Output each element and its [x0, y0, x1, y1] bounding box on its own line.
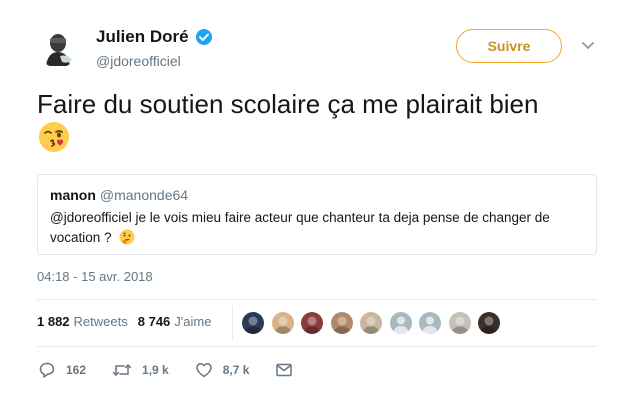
- reply-icon: [39, 362, 55, 378]
- verified-badge-icon: [195, 28, 213, 46]
- liker-avatar[interactable]: [389, 312, 412, 334]
- retweet-count: 1,9 k: [142, 363, 169, 377]
- liker-avatar[interactable]: [448, 312, 471, 334]
- retweet-action[interactable]: 1,9 k: [112, 361, 169, 379]
- follow-button[interactable]: Suivre: [456, 29, 562, 63]
- tweet-timestamp[interactable]: 04:18 - 15 avr. 2018: [37, 269, 153, 284]
- envelope-icon: [276, 363, 293, 377]
- reply-count: 162: [66, 363, 87, 377]
- stats-separator: [232, 306, 233, 340]
- retweet-icon: [112, 363, 132, 377]
- chevron-down-icon[interactable]: [578, 38, 598, 54]
- retweets-stat[interactable]: 1 882 Retweets: [37, 314, 128, 329]
- divider: [37, 346, 597, 347]
- author-handle[interactable]: @jdoreofficiel: [96, 53, 181, 69]
- quote-text-block: @jdoreofficiel je le vois mieu faire act…: [50, 208, 580, 248]
- liker-avatar[interactable]: [419, 312, 441, 334]
- liker-avatar[interactable]: [330, 312, 353, 334]
- author-name-row[interactable]: Julien Doré: [96, 27, 213, 47]
- liker-avatar[interactable]: [242, 312, 264, 334]
- quote-handle: @manonde64: [99, 187, 189, 203]
- liker-avatar[interactable]: [271, 312, 294, 334]
- likes-stat[interactable]: 8 746 J'aime: [138, 314, 212, 329]
- tweet-actions: 162 1,9 k 8,7 k: [38, 361, 329, 379]
- winking-kiss-emoji-icon: [38, 121, 70, 153]
- heart-icon: [195, 363, 212, 378]
- liker-avatar[interactable]: [478, 312, 500, 334]
- like-action[interactable]: 8,7 k: [195, 361, 250, 379]
- thinking-face-emoji-icon: [119, 229, 135, 245]
- direct-message-action[interactable]: [275, 362, 303, 378]
- tweet-text: Faire du soutien scolaire ça me plairait…: [37, 89, 539, 119]
- like-count: 8,7 k: [222, 363, 250, 377]
- quoted-tweet[interactable]: manon @manonde64 @jdoreofficiel je le voi…: [37, 174, 597, 255]
- quote-author-row: manon @manonde64: [50, 187, 188, 203]
- liker-avatar[interactable]: [301, 312, 323, 334]
- quote-display-name: manon: [50, 187, 96, 203]
- divider: [37, 299, 597, 300]
- reply-action[interactable]: 162: [38, 361, 86, 379]
- author-avatar[interactable]: [38, 28, 78, 68]
- liker-avatars: [242, 312, 508, 334]
- tweet-stats: 1 882 Retweets 8 746 J'aime: [37, 314, 211, 329]
- author-display-name[interactable]: Julien Doré: [96, 27, 189, 47]
- liker-avatar[interactable]: [360, 312, 382, 334]
